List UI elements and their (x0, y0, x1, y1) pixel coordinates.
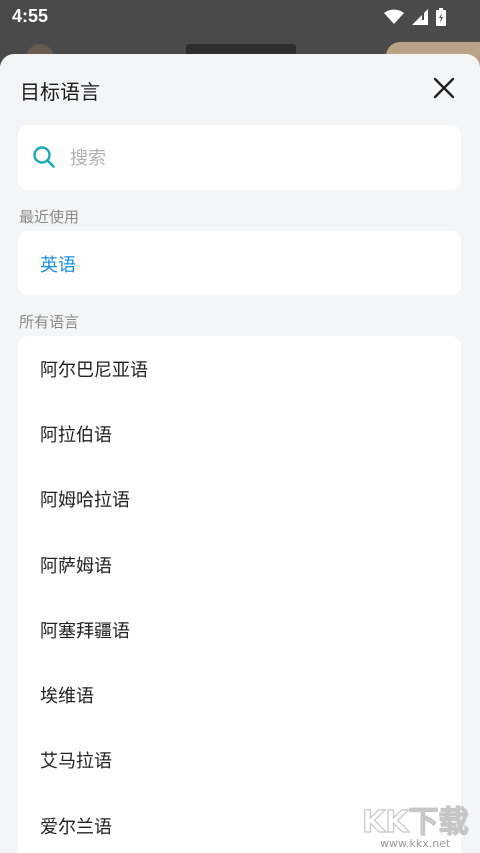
status-icons (384, 8, 446, 26)
search-input[interactable] (68, 139, 452, 177)
signal-icon (412, 9, 428, 25)
language-item[interactable]: 阿尔巴尼亚语 (18, 336, 461, 401)
all-languages-list: 阿尔巴尼亚语 阿拉伯语 阿姆哈拉语 阿萨姆语 阿塞拜疆语 埃维语 艾马拉语 爱尔… (18, 336, 461, 853)
watermark-url: www.kkx.net (380, 837, 451, 850)
status-time: 4:55 (12, 6, 49, 26)
close-button[interactable] (426, 70, 462, 106)
recent-languages-list: 英语 (18, 231, 461, 295)
battery-icon (436, 8, 446, 26)
language-item[interactable]: 埃维语 (18, 662, 461, 727)
language-item[interactable]: 阿姆哈拉语 (18, 467, 461, 532)
recent-section-label: 最近使用 (19, 208, 80, 226)
watermark-logo-text: KK下载 (362, 805, 469, 840)
language-item[interactable]: 阿萨姆语 (18, 532, 461, 597)
search-box[interactable] (18, 125, 461, 190)
watermark-logo: KK下载 www.kkx.net (361, 804, 469, 850)
language-item[interactable]: 艾马拉语 (18, 728, 461, 793)
wifi-icon (384, 9, 404, 24)
close-icon (433, 77, 455, 99)
language-item[interactable]: 阿拉伯语 (18, 401, 461, 466)
all-languages-section-label: 所有语言 (19, 313, 80, 331)
sheet-header: 目标语言 (0, 54, 480, 124)
sheet-title: 目标语言 (20, 80, 100, 104)
search-icon (33, 146, 55, 168)
language-item[interactable]: 阿塞拜疆语 (18, 597, 461, 662)
language-picker-sheet: 目标语言 最近使用 英语 所有语言 阿尔巴尼亚语 阿拉伯语 阿姆哈拉语 阿萨姆语… (0, 54, 480, 853)
recent-language-item[interactable]: 英语 (40, 251, 76, 277)
status-bar: 4:55 (0, 0, 480, 34)
